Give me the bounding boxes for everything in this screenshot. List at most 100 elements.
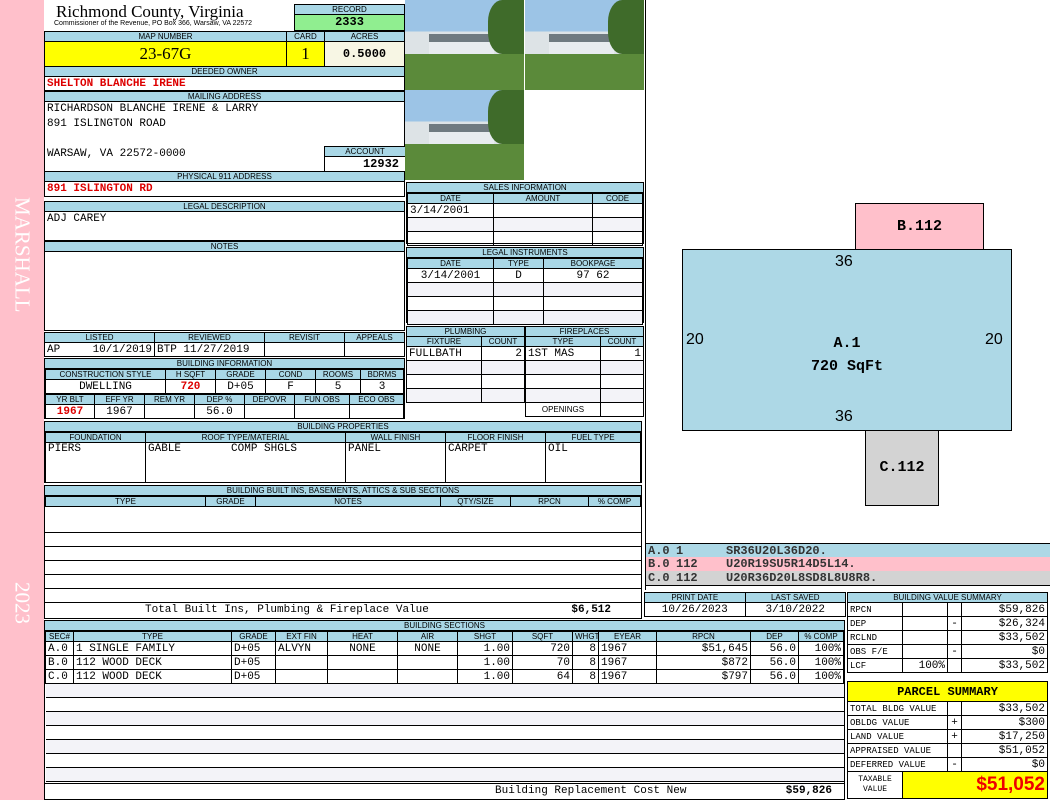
physical-address: 891 ISLINGTON RD <box>47 183 153 195</box>
section-cell: ALVYN <box>275 641 328 656</box>
value-summary-row: DEP - $26,324 <box>847 616 1048 631</box>
section-cell: 56.0 <box>750 669 799 684</box>
col-count: COUNT <box>600 336 644 347</box>
col-whgt: WHGT <box>572 631 599 642</box>
print-date: 10/26/2023 <box>644 602 746 617</box>
sketch-area-c[interactable]: C.112 <box>865 430 939 506</box>
plumbing-box: PLUMBING FIXTURE COUNT FULLBATH 2 <box>406 326 525 403</box>
parcel-id-box: MAP NUMBER CARD ACRES 23-67G 1 0.5000 <box>44 31 405 67</box>
owner-box: DEEDED OWNER SHELTON BLANCHE IRENE <box>44 66 405 91</box>
section-cell: 1967 <box>598 641 657 656</box>
parcel-summary-cell: $51,052 <box>961 743 1048 758</box>
sketch-area-b[interactable]: B.112 <box>855 203 984 250</box>
bedrooms: 3 <box>360 379 404 394</box>
fixture-type: FULLBATH <box>406 346 482 361</box>
taxable-label: TAXABLE VALUE <box>848 772 903 798</box>
parcel-summary-cell: DEFERRED VALUE <box>847 757 948 772</box>
card-label: CARD <box>287 32 325 42</box>
col-floor: FLOOR FINISH <box>445 432 546 443</box>
sale-code <box>592 203 643 218</box>
section-cell <box>327 655 398 670</box>
col-code: CODE <box>592 193 643 204</box>
section-cell: $797 <box>656 669 751 684</box>
physical-address-box: PHYSICAL 911 ADDRESS 891 ISLINGTON RD <box>44 171 405 197</box>
col-heat: HEAT <box>327 631 398 642</box>
col-bookpage: BOOKPAGE <box>543 258 643 269</box>
heated-sqft: 720 <box>165 379 216 394</box>
replacement-cost-label: Building Replacement Cost New <box>495 785 687 797</box>
col-type: TYPE <box>73 631 232 642</box>
col-dep-pct: DEP % <box>194 394 245 405</box>
section-cell: 112 WOOD DECK <box>73 669 232 684</box>
col-amount: AMOUNT <box>493 193 593 204</box>
last-saved-label: LAST SAVED <box>744 592 846 603</box>
reviewed-by: BTP <box>157 343 177 356</box>
section-cell <box>275 655 328 670</box>
col-type: TYPE <box>525 336 601 347</box>
fuel-type: OIL <box>545 442 641 483</box>
sale-date: 3/14/2001 <box>407 203 494 218</box>
col-fixture: FIXTURE <box>406 336 482 347</box>
col-roof: ROOF TYPE/MATERIAL <box>145 432 346 443</box>
record-box: RECORD 2333 <box>294 4 405 31</box>
sketch-code-row: B.0 112 U20R19SU5R14D5L14. <box>646 557 1050 571</box>
table-row <box>45 739 844 754</box>
col-revisit: REVISIT <box>264 332 345 343</box>
grade: D+05 <box>215 379 266 394</box>
sketch-area[interactable]: B.112 A.1 720 SqFt C.112 36 36 20 20 A.0… <box>645 0 1050 590</box>
parcel-summary-row: DEFERRED VALUE - $0 <box>847 757 1048 772</box>
parcel-summary-row: LAND VALUE + $17,250 <box>847 729 1048 744</box>
legal-description-label: LEGAL DESCRIPTION <box>45 202 404 212</box>
col-reviewed: REVIEWED <box>154 332 265 343</box>
col-depovr: DEPOVR <box>244 394 295 405</box>
col-dep: DEP <box>750 631 799 642</box>
notes-label: NOTES <box>45 242 404 252</box>
value-summary-cell <box>947 602 962 617</box>
col-shgt: SHGT <box>457 631 513 642</box>
section-cell: 720 <box>512 641 573 656</box>
col-fun-obs: FUN OBS <box>294 394 350 405</box>
owner-label: DEEDED OWNER <box>45 67 404 77</box>
table-row: C.0 112 WOOD DECK D+05 1.00 64 8 1967 $797 56.0 1… <box>45 669 844 684</box>
fireplace-count: 1 <box>600 346 644 361</box>
value-summary-cell: $59,826 <box>961 602 1048 617</box>
col-notes: NOTES <box>255 496 441 507</box>
property-photo-1[interactable] <box>405 0 524 90</box>
tax-year-label: 2023 <box>10 581 35 624</box>
col-grade: GRADE <box>205 496 256 507</box>
col-sec: SEC# <box>45 631 74 642</box>
area-a-label: A.1 <box>833 335 861 352</box>
sketch-code-row: C.0 112 U20R36D20L8SD8L8U8R8. <box>646 571 1050 586</box>
property-photo-2[interactable] <box>525 0 644 90</box>
table-row <box>45 683 844 698</box>
account-box: ACCOUNT 12932 <box>324 146 405 172</box>
sketch-area-a[interactable]: A.1 720 SqFt <box>682 249 1012 431</box>
depreciation-pct: 56.0 <box>194 404 245 419</box>
col-sqft: SQFT <box>512 631 573 642</box>
construction-style: DWELLING <box>45 379 166 394</box>
col-fuel: FUEL TYPE <box>545 432 641 443</box>
section-cell: 100% <box>798 655 844 670</box>
fireplace-type: 1ST MAS <box>525 346 601 361</box>
section-cell: 64 <box>512 669 573 684</box>
col-type: TYPE <box>45 496 206 507</box>
parcel-summary-row: TOTAL BLDG VALUE $33,502 <box>847 701 1048 716</box>
value-summary-cell: 100% <box>902 658 948 673</box>
value-summary-cell: LCF <box>847 658 903 673</box>
owner-name: SHELTON BLANCHE IRENE <box>47 78 186 90</box>
section-cell: NONE <box>327 641 398 656</box>
parcel-summary-cell: + <box>947 729 962 744</box>
property-photo-3[interactable] <box>405 90 524 180</box>
col-qty: QTY/SIZE <box>440 496 511 507</box>
dim-left: 20 <box>686 331 704 348</box>
built-ins-label: BUILDING BUILT INS, BASEMENTS, ATTICS & … <box>45 486 641 496</box>
instrument-date: 3/14/2001 <box>407 268 494 283</box>
parcel-summary-cell: $300 <box>961 715 1048 730</box>
section-cell: 1.00 <box>457 669 513 684</box>
record-number: 2333 <box>295 15 404 30</box>
instruments-table: DATE TYPE BOOKPAGE 3/14/2001 D 97 62 <box>407 258 643 325</box>
value-summary-cell <box>947 658 962 673</box>
value-summary-cell <box>902 644 948 659</box>
parcel-summary-cell: OBLDG VALUE <box>847 715 948 730</box>
table-row: 3/14/2001 D 97 62 <box>407 268 643 283</box>
